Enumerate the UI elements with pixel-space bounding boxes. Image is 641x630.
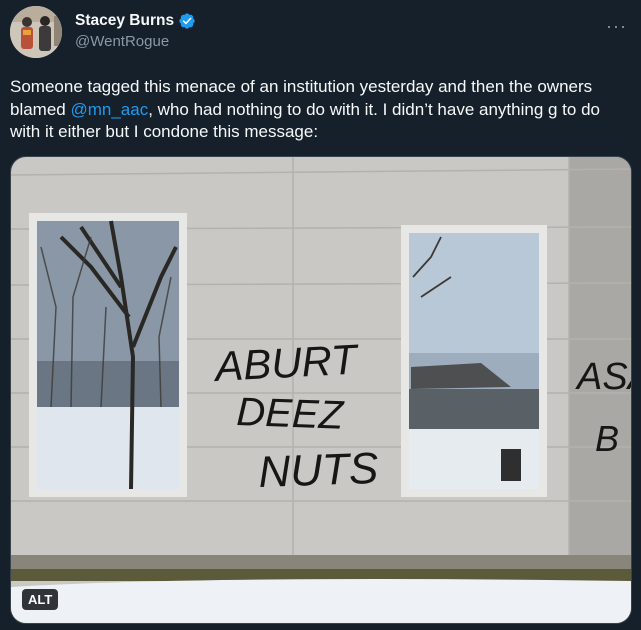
- author-handle[interactable]: @WentRogue: [75, 33, 196, 50]
- mention-link[interactable]: @mn_aac: [70, 100, 148, 119]
- alt-badge[interactable]: ALT: [22, 589, 59, 610]
- graffiti-word-1: ABURT: [211, 335, 361, 390]
- graffiti-word-2: DEEZ: [236, 390, 346, 438]
- verified-badge-icon: [179, 13, 195, 29]
- tweet-media[interactable]: ABURT DEEZ NUTS ASA B: [10, 156, 632, 624]
- tweet-text: Someone tagged this menace of an institu…: [10, 76, 622, 144]
- author-names: Stacey Burns @WentRogue: [75, 12, 196, 50]
- display-name[interactable]: Stacey Burns: [75, 12, 174, 30]
- graffiti-word-3: NUTS: [258, 444, 379, 497]
- avatar[interactable]: [10, 6, 62, 58]
- avatar-image: [10, 6, 62, 58]
- graffiti-word-4: ASA: [575, 356, 632, 398]
- graffiti-photo: ABURT DEEZ NUTS ASA B: [11, 157, 632, 623]
- more-options-icon[interactable]: ···: [606, 16, 627, 37]
- tweet-header: Stacey Burns @WentRogue ···: [10, 6, 631, 62]
- graffiti-word-5: B: [595, 418, 619, 459]
